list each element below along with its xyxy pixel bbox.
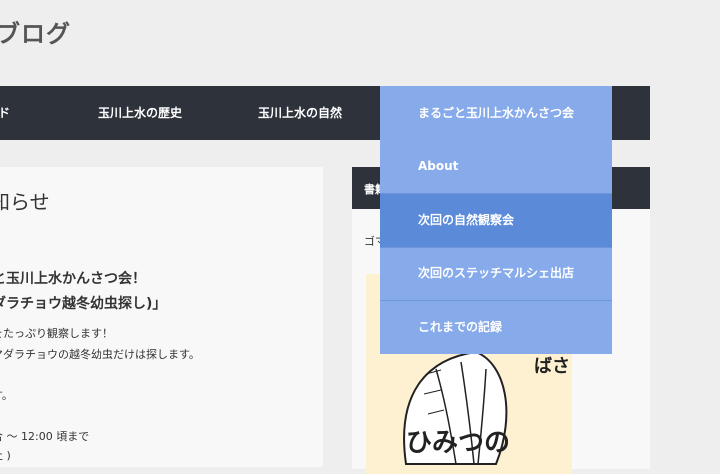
- post-title-line2[interactable]: ダラチョウ越冬幼虫探し)」: [0, 293, 166, 313]
- nav-item-guide[interactable]: ド: [0, 86, 10, 140]
- post-body-line: す。: [0, 389, 13, 402]
- dropdown-item-next-observation[interactable]: 次回の自然観察会: [380, 194, 612, 248]
- main-navbar: ド 玉川上水の歴史 玉川上水の自然 まるごと玉川上水かんさつ会: [0, 86, 650, 140]
- dropdown-item-stitch-marche[interactable]: 次回のステッチマルシェ出店: [380, 247, 612, 301]
- news-heading: 知らせ: [0, 190, 50, 214]
- nav-item-nature[interactable]: 玉川上水の自然: [258, 86, 342, 140]
- post-body-line: 止 ): [0, 449, 11, 462]
- nav-item-observation-meetup[interactable]: まるごと玉川上水かんさつ会: [380, 86, 612, 140]
- post-body-line: をたっぷり観察します！: [0, 327, 113, 340]
- post-body-line: マダラチョウの越冬幼虫だけは探します。: [0, 348, 200, 361]
- dropdown-item-past-records[interactable]: これまでの記録: [380, 301, 612, 354]
- site-title[interactable]: ブログ: [0, 14, 71, 49]
- post-title-line1[interactable]: と玉川上水かんさつ会！: [0, 268, 146, 288]
- nav-dropdown-menu: About 次回の自然観察会 次回のステッチマルシェ出店 これまでの記録: [380, 140, 612, 354]
- book-cover-title: ひみつの: [406, 428, 511, 458]
- post-body-line: 合 ～ 12:00 頃まで: [0, 430, 90, 443]
- nav-item-history[interactable]: 玉川上水の歴史: [98, 86, 182, 140]
- dropdown-item-about[interactable]: About: [380, 140, 612, 194]
- book-cover-side-text: ばさ: [534, 356, 570, 377]
